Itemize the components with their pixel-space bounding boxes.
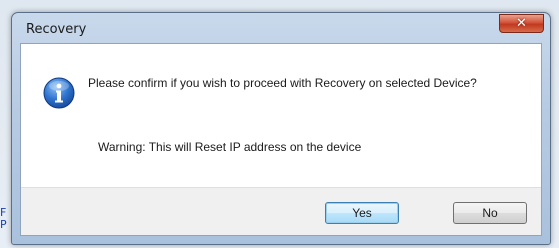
info-icon (43, 77, 75, 109)
confirmation-message: Please confirm if you wish to proceed wi… (88, 76, 477, 90)
yes-button[interactable]: Yes (325, 202, 399, 224)
close-icon: ✕ (516, 16, 527, 31)
recovery-dialog: Recovery ✕ Please confirm if you wish to… (11, 12, 551, 245)
background-text-fragment: P (0, 218, 7, 231)
dialog-title: Recovery (26, 22, 87, 37)
message-area: Please confirm if you wish to proceed wi… (21, 44, 541, 187)
close-button[interactable]: ✕ (499, 14, 544, 33)
warning-message: Warning: This will Reset IP address on t… (98, 140, 362, 154)
dialog-body: Please confirm if you wish to proceed wi… (20, 43, 542, 236)
button-bar: Yes No (21, 187, 541, 235)
no-button[interactable]: No (453, 202, 527, 224)
dialog-titlebar[interactable]: Recovery ✕ (12, 13, 550, 43)
